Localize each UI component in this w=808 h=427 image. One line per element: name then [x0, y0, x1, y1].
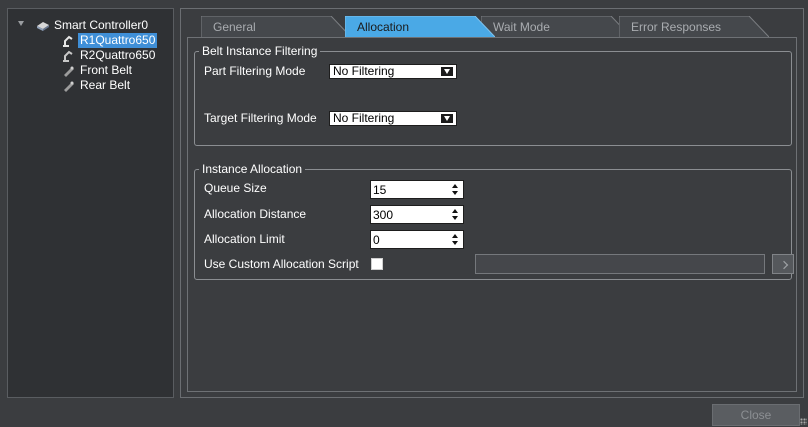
queue-size-input[interactable]	[373, 182, 443, 197]
tree-item-label: Smart Controller0	[54, 18, 149, 32]
chevron-down-icon	[441, 67, 453, 76]
tree-item-label: R1Quattro650	[78, 33, 158, 48]
queue-size-label: Queue Size	[204, 181, 267, 195]
queue-size-stepper[interactable]	[370, 180, 464, 199]
tab-label: General	[213, 20, 256, 34]
tree-item-label: Front Belt	[80, 63, 133, 77]
spin-down-icon[interactable]	[452, 241, 458, 245]
allocation-limit-input[interactable]	[373, 232, 443, 247]
allocation-tab-content: Belt Instance Filtering Part Filtering M…	[187, 37, 797, 392]
tree-item-label: Rear Belt	[80, 78, 131, 92]
tab-wait-mode[interactable]: Wait Mode	[481, 16, 631, 38]
allocation-limit-stepper[interactable]	[370, 230, 464, 249]
robot-arm-icon	[63, 35, 73, 47]
target-filtering-mode-dropdown[interactable]: No Filtering	[329, 111, 457, 126]
dropdown-value: No Filtering	[333, 64, 395, 78]
custom-script-path-field[interactable]	[475, 254, 765, 274]
spin-up-icon[interactable]	[452, 209, 458, 213]
tab-allocation[interactable]: Allocation	[345, 16, 495, 38]
belt-icon	[64, 66, 74, 77]
robot-arm-icon	[63, 50, 73, 62]
allocation-distance-input[interactable]	[373, 207, 443, 222]
browse-script-button[interactable]	[772, 254, 794, 274]
group-legend: Belt Instance Filtering	[202, 44, 318, 58]
part-filtering-mode-label: Part Filtering Mode	[204, 64, 306, 78]
spin-down-icon[interactable]	[452, 191, 458, 195]
tab-label: Error Responses	[631, 20, 722, 34]
allocation-distance-label: Allocation Distance	[204, 207, 307, 221]
tab-error-responses[interactable]: Error Responses	[619, 16, 769, 38]
spin-up-icon[interactable]	[452, 234, 458, 238]
custom-allocation-script-label: Use Custom Allocation Script	[204, 257, 359, 271]
target-filtering-mode-label: Target Filtering Mode	[204, 111, 317, 125]
close-button[interactable]: Close	[712, 404, 800, 426]
allocation-limit-label: Allocation Limit	[204, 232, 285, 246]
tree-item-label: R2Quattro650	[80, 48, 156, 62]
dialog-footer	[0, 404, 808, 427]
belt-filtering-group: Belt Instance Filtering	[194, 44, 792, 146]
controller-icon	[37, 22, 49, 31]
dropdown-value: No Filtering	[333, 111, 395, 125]
tab-general[interactable]: General	[201, 16, 351, 38]
spin-down-icon[interactable]	[452, 216, 458, 220]
tab-label: Allocation	[357, 20, 410, 34]
belt-icon	[64, 81, 74, 92]
tab-label: Wait Mode	[493, 20, 550, 34]
tree-expander-icon[interactable]	[18, 21, 24, 26]
allocation-distance-stepper[interactable]	[370, 205, 464, 224]
spin-up-icon[interactable]	[452, 184, 458, 188]
chevron-down-icon	[441, 114, 453, 123]
device-tree: Smart Controller0 R1Quattro650 R2Quattro…	[7, 8, 174, 398]
part-filtering-mode-dropdown[interactable]: No Filtering	[329, 64, 457, 79]
group-legend: Instance Allocation	[202, 162, 303, 176]
custom-allocation-script-checkbox[interactable]	[371, 258, 383, 270]
settings-panel: General Wait Mode Error Responses Alloca…	[180, 8, 804, 398]
tab-strip: General Wait Mode Error Responses Alloca…	[181, 9, 803, 38]
resize-grip-icon[interactable]	[800, 418, 807, 425]
